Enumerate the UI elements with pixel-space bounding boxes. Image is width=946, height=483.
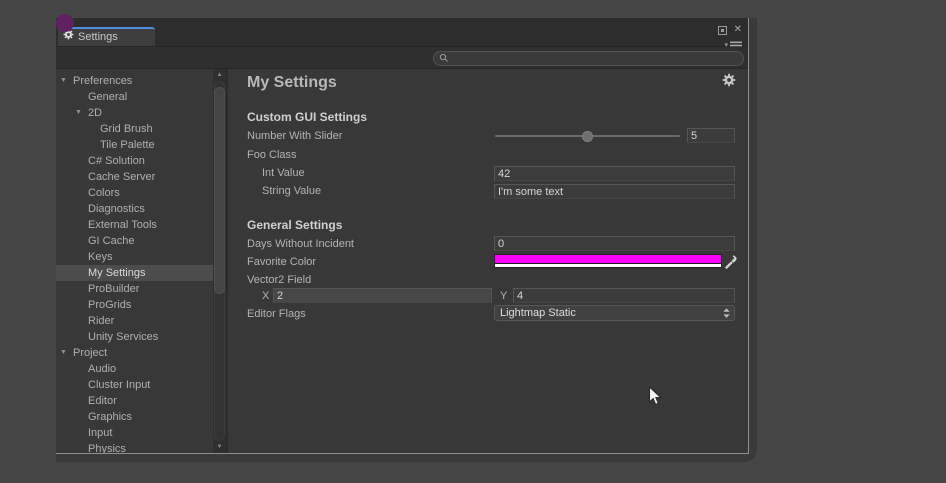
sidebar-item-label: Audio <box>56 361 213 377</box>
favorite-color-swatch[interactable] <box>494 254 722 268</box>
sidebar-item-probuilder[interactable]: ProBuilder <box>56 281 213 297</box>
label-int-value: Int Value <box>262 165 305 181</box>
sidebar-item-2d[interactable]: ▼2D <box>56 105 213 121</box>
sidebar-item-label: Physics <box>56 441 213 453</box>
sidebar-item-label: Rider <box>56 313 213 329</box>
dropdown-value: Lightmap Static <box>500 306 723 320</box>
page-title: My Settings <box>247 74 337 92</box>
search-bar[interactable] <box>433 51 744 66</box>
search-input[interactable] <box>452 53 743 64</box>
label-number-with-slider: Number With Slider <box>247 128 342 144</box>
toolbar <box>56 47 748 69</box>
sidebar-item-tile-palette[interactable]: Tile Palette <box>56 137 213 153</box>
sidebar-item-label: Diagnostics <box>56 201 213 217</box>
window-controls: ✕ <box>718 25 742 35</box>
sidebar-item-label: My Settings <box>56 265 213 281</box>
label-days-without-incident: Days Without Incident <box>247 236 354 252</box>
int-value-field[interactable] <box>494 166 735 181</box>
sidebar-item-external-tools[interactable]: External Tools <box>56 217 213 233</box>
settings-panel: My Settings Custom GUI Set <box>228 69 748 453</box>
close-icon[interactable]: ✕ <box>734 25 742 35</box>
sidebar-item-gi-cache[interactable]: GI Cache <box>56 233 213 249</box>
sidebar-item-label: GI Cache <box>56 233 213 249</box>
expand-triangle-icon[interactable]: ▼ <box>60 345 67 361</box>
scroll-up-icon[interactable]: ▲ <box>213 70 226 80</box>
sidebar-item-label: Cluster Input <box>56 377 213 393</box>
label-foo-class: Foo Class <box>247 147 297 163</box>
sidebar-item-label: General <box>56 89 213 105</box>
record-dot-icon <box>56 14 74 32</box>
maximize-icon[interactable] <box>718 26 727 35</box>
sidebar-item-input[interactable]: Input <box>56 425 213 441</box>
vector2-y-field[interactable] <box>513 288 735 303</box>
sidebar-item-label: Colors <box>56 185 213 201</box>
settings-window-content: Settings ✕ ▾ <box>56 18 749 454</box>
number-slider[interactable] <box>495 128 680 144</box>
sidebar-item-cache-server[interactable]: Cache Server <box>56 169 213 185</box>
sidebar-item-audio[interactable]: Audio <box>56 361 213 377</box>
string-value-field[interactable] <box>494 184 735 199</box>
scrollbar-thumb[interactable] <box>214 87 225 294</box>
search-icon <box>439 50 449 68</box>
dropdown-arrows-icon <box>723 308 730 318</box>
sidebar-item-label: Unity Services <box>56 329 213 345</box>
sidebar-item-label: C# Solution <box>56 153 213 169</box>
sidebar-item-colors[interactable]: Colors <box>56 185 213 201</box>
sidebar-item-graphics[interactable]: Graphics <box>56 409 213 425</box>
sidebar-item-label: Editor <box>56 393 213 409</box>
sidebar-item-general[interactable]: General <box>56 89 213 105</box>
window-body: ▼PreferencesGeneral▼2DGrid BrushTile Pal… <box>56 69 748 453</box>
sidebar-item-keys[interactable]: Keys <box>56 249 213 265</box>
sidebar-item-rider[interactable]: Rider <box>56 313 213 329</box>
number-with-slider-field[interactable] <box>687 128 735 143</box>
sidebar-item-cluster-input[interactable]: Cluster Input <box>56 377 213 393</box>
sidebar-item-label: Cache Server <box>56 169 213 185</box>
eyedropper-icon[interactable] <box>724 253 737 269</box>
days-without-incident-field[interactable] <box>494 236 735 251</box>
settings-tree: ▼PreferencesGeneral▼2DGrid BrushTile Pal… <box>56 69 213 453</box>
sidebar-item-label: External Tools <box>56 217 213 233</box>
sidebar-item-label: ProBuilder <box>56 281 213 297</box>
section-header-custom-gui: Custom GUI Settings <box>247 109 367 125</box>
label-editor-flags: Editor Flags <box>247 306 306 322</box>
tab-settings[interactable]: Settings <box>58 27 155 46</box>
sidebar-item-label: Grid Brush <box>56 121 213 137</box>
sidebar-item-preferences[interactable]: ▼Preferences <box>56 73 213 89</box>
sidebar-item-editor[interactable]: Editor <box>56 393 213 409</box>
sidebar-item-label: Graphics <box>56 409 213 425</box>
label-string-value: String Value <box>262 183 321 199</box>
sidebar-item-my-settings[interactable]: My Settings <box>56 265 213 281</box>
color-alpha-bar <box>495 263 721 267</box>
sidebar-item-progrids[interactable]: ProGrids <box>56 297 213 313</box>
expand-triangle-icon[interactable]: ▼ <box>75 105 82 121</box>
label-favorite-color: Favorite Color <box>247 254 316 270</box>
vector2-x-field[interactable] <box>273 288 492 303</box>
sidebar-item-label: Keys <box>56 249 213 265</box>
sidebar-item-project[interactable]: ▼Project <box>56 345 213 361</box>
gear-icon[interactable] <box>722 73 736 87</box>
section-header-general: General Settings <box>247 217 342 233</box>
sidebar-item-label: Input <box>56 425 213 441</box>
sidebar-item-label: ProGrids <box>56 297 213 313</box>
sidebar-item-physics[interactable]: Physics <box>56 441 213 453</box>
sidebar-item-unity-services[interactable]: Unity Services <box>56 329 213 345</box>
slider-thumb[interactable] <box>582 131 593 142</box>
sidebar-item-diagnostics[interactable]: Diagnostics <box>56 201 213 217</box>
tab-label: Settings <box>78 29 118 46</box>
label-vector2-y: Y <box>500 288 507 304</box>
desktop: { "window": { "tab": { "label": "Setting… <box>0 0 946 483</box>
sidebar-scrollbar[interactable]: ▲ ▼ <box>213 69 226 453</box>
label-vector2-field: Vector2 Field <box>247 272 311 288</box>
tab-strip: Settings ✕ ▾ <box>56 18 748 47</box>
settings-window: Settings ✕ ▾ <box>56 18 757 462</box>
sidebar-item-grid-brush[interactable]: Grid Brush <box>56 121 213 137</box>
scroll-down-icon[interactable]: ▼ <box>213 442 226 452</box>
editor-flags-dropdown[interactable]: Lightmap Static <box>494 305 735 321</box>
sidebar-item-c-solution[interactable]: C# Solution <box>56 153 213 169</box>
expand-triangle-icon[interactable]: ▼ <box>60 73 67 89</box>
label-vector2-x: X <box>262 288 269 304</box>
sidebar-item-label: Preferences <box>56 73 213 89</box>
sidebar-item-label: Project <box>56 345 213 361</box>
sidebar-item-label: Tile Palette <box>56 137 213 153</box>
